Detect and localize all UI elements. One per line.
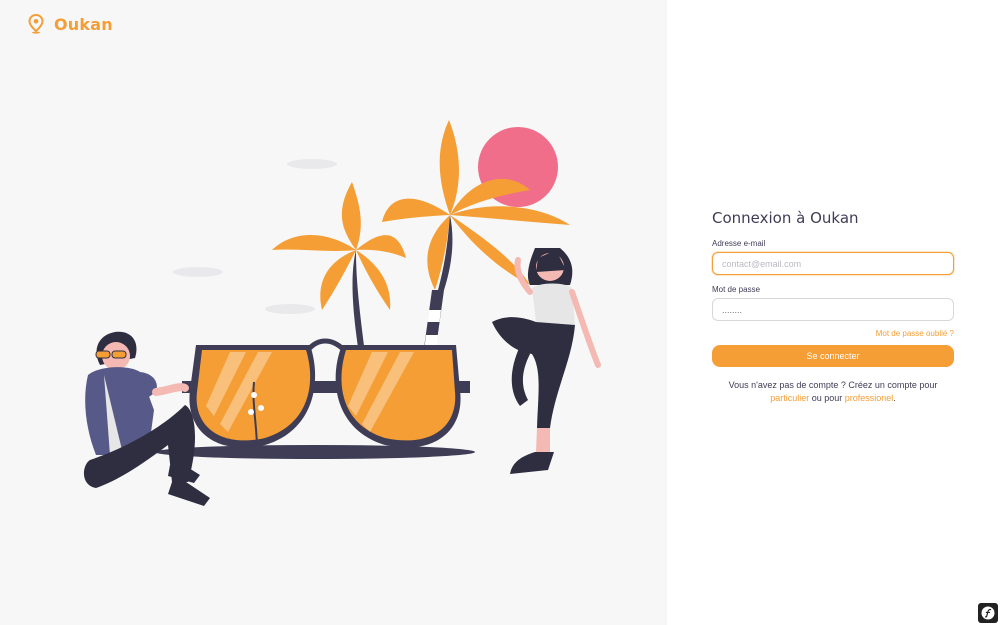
page-title: Connexion à Oukan — [712, 209, 859, 227]
signup-pro-link[interactable]: professionel — [845, 393, 894, 403]
sitting-man — [83, 331, 210, 506]
signup-prompt: Vous n'avez pas de compte ? Créez un com… — [712, 379, 954, 405]
login-form: Connexion à Oukan Adresse e-mail Mot de … — [712, 209, 954, 405]
signup-text-3: . — [893, 393, 896, 403]
login-button[interactable]: Se connecter — [712, 345, 954, 367]
map-pin-icon — [28, 14, 44, 34]
signup-text-1: Vous n'avez pas de compte ? Créez un com… — [728, 380, 938, 390]
illustration-panel: Oukan — [0, 0, 667, 625]
brand[interactable]: Oukan — [28, 14, 113, 34]
brand-name: Oukan — [54, 14, 113, 34]
email-label: Adresse e-mail — [712, 239, 766, 248]
login-panel: Connexion à Oukan Adresse e-mail Mot de … — [667, 0, 1000, 625]
signup-particulier-link[interactable]: particulier — [770, 393, 809, 403]
giant-sunglasses — [155, 338, 475, 459]
standing-woman — [492, 248, 601, 474]
email-group: Adresse e-mail — [712, 239, 954, 275]
debug-toolbar-toggle[interactable] — [978, 603, 998, 623]
password-group: Mot de passe — [712, 285, 954, 321]
symfony-logo-icon — [981, 606, 995, 620]
vacation-illustration — [83, 120, 601, 506]
signup-text-2: ou pour — [811, 393, 843, 403]
forgot-password-link[interactable]: Mot de passe oublié ? — [712, 329, 954, 338]
password-field[interactable] — [712, 298, 954, 321]
password-label: Mot de passe — [712, 285, 761, 294]
email-field[interactable] — [712, 252, 954, 275]
